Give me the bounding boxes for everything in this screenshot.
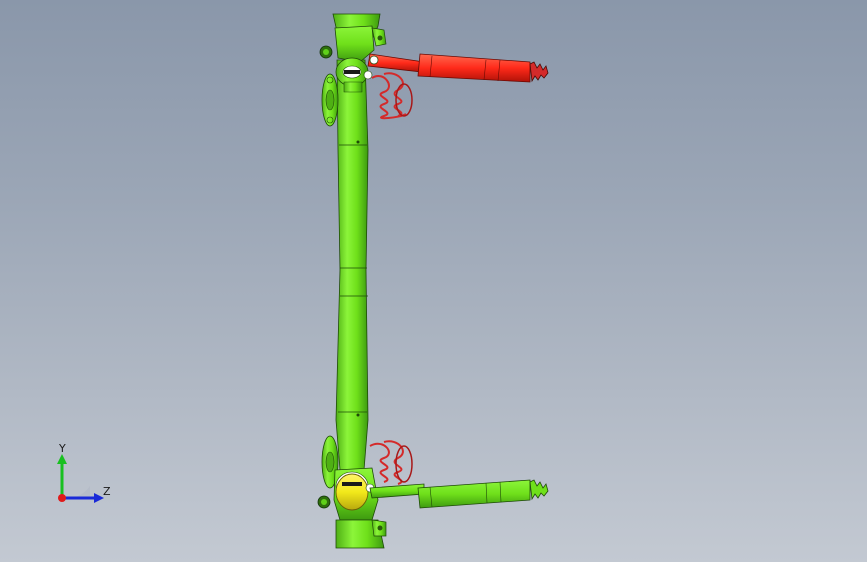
lower-shock-absorber[interactable]: [369, 479, 549, 509]
y-axis-label: Y: [59, 442, 66, 455]
upper-shock-absorber[interactable]: [367, 53, 549, 83]
coordinate-triad: Y Z: [48, 440, 118, 510]
selected-bushing[interactable]: [335, 473, 369, 511]
z-axis-label: Z: [103, 485, 111, 498]
upper-coil-spring[interactable]: [371, 72, 413, 120]
suspension-model[interactable]: [0, 0, 867, 562]
axle-beam[interactable]: [335, 59, 369, 471]
x-axis-dot: [58, 494, 66, 502]
lower-coil-spring[interactable]: [369, 440, 413, 485]
3d-viewport[interactable]: Y Z: [0, 0, 867, 562]
